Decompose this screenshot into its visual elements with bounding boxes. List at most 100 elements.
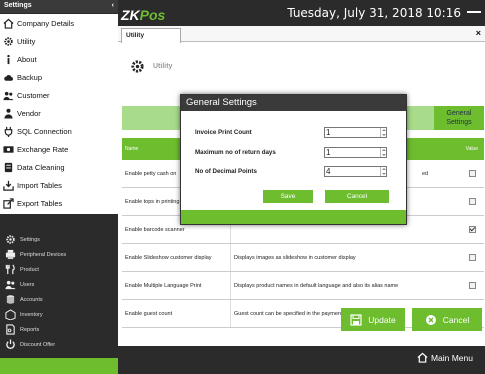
money-icon bbox=[3, 145, 14, 153]
cancel-button[interactable]: Cancel bbox=[412, 308, 482, 331]
nav-item-reports[interactable]: Reports bbox=[0, 322, 118, 337]
sidebar-item-customer[interactable]: Customer bbox=[0, 86, 118, 104]
sidebar-header: Settings ‹ bbox=[0, 0, 118, 13]
power-icon bbox=[6, 339, 15, 349]
invoice-print-count-input[interactable]: 1 bbox=[324, 127, 387, 138]
gear-icon bbox=[4, 36, 13, 46]
sidebar-item-utility[interactable]: Utility bbox=[0, 32, 118, 50]
sidebar-item-export-tables[interactable]: Export Tables bbox=[0, 194, 118, 212]
collapse-button[interactable]: ‹ bbox=[112, 2, 114, 11]
nav-item-inventory[interactable]: Inventory bbox=[0, 307, 118, 322]
setting-checkbox[interactable] bbox=[469, 198, 476, 205]
sidebar-item-exchange-rate[interactable]: Exchange Rate bbox=[0, 140, 118, 158]
sidebar-item-company-details[interactable]: Company Details bbox=[0, 14, 118, 32]
nav-item-accounts[interactable]: Accounts bbox=[0, 292, 118, 307]
setting-checkbox[interactable] bbox=[469, 282, 476, 289]
spin-buttons[interactable] bbox=[380, 167, 386, 176]
save-icon bbox=[350, 313, 362, 326]
field-label: No of Decimal Points bbox=[195, 168, 257, 175]
sidebar-item-label: Exchange Rate bbox=[17, 144, 69, 154]
logo-text-a: ZK bbox=[121, 7, 140, 23]
sidebar-item-vendor[interactable]: Vendor bbox=[0, 104, 118, 122]
field-label: Maximum no of return days bbox=[195, 149, 276, 156]
app-header: ZKPos Tuesday, July 31, 2018 10:16 bbox=[118, 0, 485, 26]
general-settings-button[interactable]: General Settings bbox=[434, 106, 484, 130]
import-icon bbox=[3, 180, 14, 191]
column-divider bbox=[230, 244, 231, 271]
sidebar-item-label: Customer bbox=[17, 90, 50, 100]
dialog-save-button[interactable]: Save bbox=[263, 190, 313, 203]
sidebar-item-label: Vendor bbox=[17, 108, 41, 118]
column-divider bbox=[230, 300, 231, 327]
page-header: Utility bbox=[130, 59, 172, 74]
sidebar-item-about[interactable]: About bbox=[0, 50, 118, 68]
info-icon bbox=[7, 54, 10, 64]
printer-icon bbox=[5, 249, 16, 260]
column-divider bbox=[230, 272, 231, 299]
sidebar-item-import-tables[interactable]: Import Tables bbox=[0, 176, 118, 194]
decimal-points-input[interactable]: 4 bbox=[324, 166, 387, 177]
main-navigation: Settings Peripheral Devices Product User… bbox=[0, 232, 118, 352]
sidebar-title: Settings bbox=[4, 2, 32, 9]
max-return-days-input[interactable]: 1 bbox=[324, 147, 387, 158]
home-icon bbox=[417, 352, 428, 363]
settings-sidebar: Settings ‹ Company Details Utility About… bbox=[0, 0, 118, 374]
gear-icon bbox=[6, 235, 15, 244]
nav-item-label: Users bbox=[20, 281, 35, 288]
database-icon bbox=[4, 162, 13, 172]
nav-item-label: Accounts bbox=[20, 296, 43, 303]
minimize-icon bbox=[467, 11, 481, 13]
nav-item-label: Product bbox=[20, 266, 39, 273]
sidebar-item-backup[interactable]: Backup bbox=[0, 68, 118, 86]
max-return-days-row: Maximum no of return days 1 bbox=[195, 147, 391, 158]
close-tab-button[interactable]: × bbox=[476, 28, 481, 38]
nav-item-users[interactable]: Users bbox=[0, 277, 118, 292]
column-header-name: Name bbox=[125, 146, 139, 152]
cloud-icon bbox=[4, 74, 14, 81]
column-header-value: Value bbox=[465, 146, 478, 152]
spin-buttons[interactable] bbox=[380, 128, 386, 137]
sidebar-item-sql-connection[interactable]: SQL Connection bbox=[0, 122, 118, 140]
plug-icon bbox=[4, 126, 13, 137]
dialog-footer bbox=[181, 210, 406, 224]
sidebar-item-label: Export Tables bbox=[17, 198, 63, 208]
nav-item-product[interactable]: Product bbox=[0, 262, 118, 277]
general-settings-dialog: General Settings Invoice Print Count 1 M… bbox=[180, 94, 407, 225]
sidebar-item-data-cleaning[interactable]: Data Cleaning bbox=[0, 158, 118, 176]
sidebar-item-label: Utility bbox=[17, 36, 36, 46]
dialog-cancel-button[interactable]: Cancel bbox=[325, 190, 389, 203]
report-icon bbox=[6, 324, 15, 335]
setting-description: Displays images as slideshow in customer… bbox=[234, 254, 356, 261]
setting-name: Enable Slideshow customer display bbox=[125, 254, 212, 261]
settings-menu: Company Details Utility About Backup Cus… bbox=[0, 14, 118, 214]
nav-item-peripheral-devices[interactable]: Peripheral Devices bbox=[0, 247, 118, 262]
tab-utility[interactable]: Utility bbox=[121, 28, 181, 43]
gear-icon bbox=[131, 60, 144, 73]
setting-name: Enable guest count bbox=[125, 310, 173, 317]
setting-checkbox[interactable] bbox=[469, 254, 476, 261]
field-value: 4 bbox=[326, 167, 331, 176]
setting-checkbox[interactable] bbox=[469, 170, 476, 177]
setting-name: Enable Multiple Language Print bbox=[125, 282, 202, 289]
sidebar-item-label: Company Details bbox=[17, 18, 75, 28]
nav-item-discount-offer[interactable]: Discount Offer bbox=[0, 337, 118, 352]
spin-buttons[interactable] bbox=[380, 148, 386, 157]
field-value: 1 bbox=[326, 128, 331, 137]
sidebar-item-label: Backup bbox=[17, 72, 43, 82]
zkpos-logo: ZKPos bbox=[121, 7, 165, 23]
users-icon bbox=[3, 91, 14, 100]
main-menu-button[interactable]: Main Menu bbox=[417, 352, 473, 363]
nav-item-label: Peripheral Devices bbox=[20, 251, 67, 258]
fork-knife-icon bbox=[5, 264, 15, 275]
minimize-button[interactable] bbox=[466, 7, 482, 17]
update-button[interactable]: Update bbox=[341, 308, 405, 331]
decimal-points-row: No of Decimal Points 4 bbox=[195, 166, 391, 177]
setting-checkbox[interactable] bbox=[469, 226, 476, 233]
field-value: 1 bbox=[326, 148, 331, 157]
nav-item-settings[interactable]: Settings bbox=[0, 232, 118, 247]
field-label: Invoice Print Count bbox=[195, 129, 252, 136]
home-icon bbox=[3, 18, 14, 29]
nav-item-label: Inventory bbox=[20, 311, 43, 318]
tab-strip: Utility × bbox=[118, 26, 485, 43]
table-row: Enable Slideshow customer display Displa… bbox=[122, 244, 484, 272]
